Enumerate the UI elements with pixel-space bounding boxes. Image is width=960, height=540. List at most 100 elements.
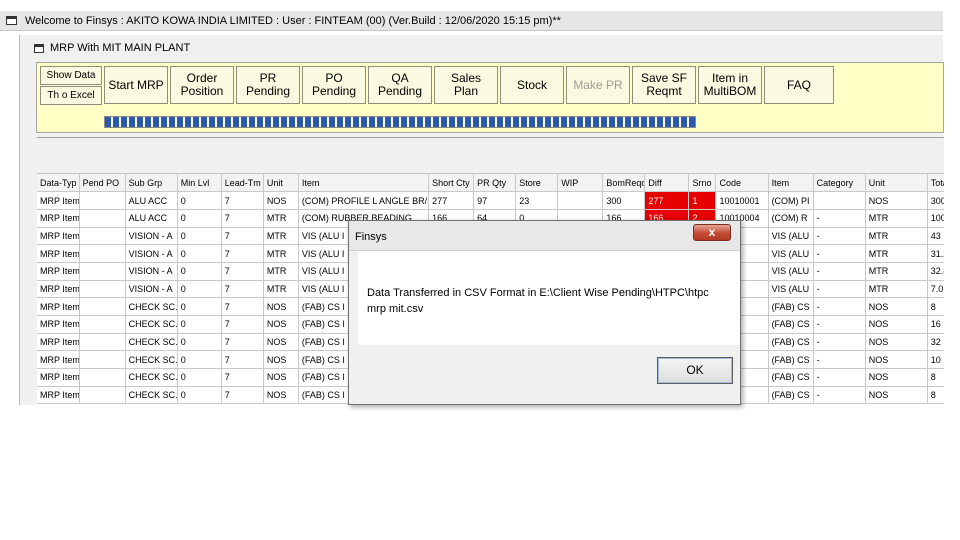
- column-header[interactable]: Sub Grp: [125, 174, 178, 193]
- column-header[interactable]: Store: [515, 174, 559, 193]
- table-cell[interactable]: 0: [177, 333, 222, 352]
- table-cell[interactable]: MTR: [263, 209, 299, 228]
- table-cell[interactable]: MRP Item: [37, 262, 80, 281]
- table-cell[interactable]: VIS (ALU: [768, 244, 814, 263]
- table-cell[interactable]: 7: [221, 244, 264, 263]
- table-cell[interactable]: -: [813, 227, 866, 246]
- table-cell[interactable]: MRP Item: [37, 297, 80, 316]
- to-excel-button[interactable]: Th o Excel: [40, 86, 102, 105]
- start-mrp-button[interactable]: Start MRP: [104, 66, 168, 104]
- stock-button[interactable]: Stock: [500, 66, 564, 104]
- table-cell[interactable]: [79, 386, 126, 405]
- column-header[interactable]: Item: [768, 174, 814, 193]
- table-cell[interactable]: 0: [177, 315, 222, 334]
- save-sf-reqmt-button[interactable]: Save SF Reqmt: [632, 66, 696, 104]
- table-cell[interactable]: MTR: [263, 227, 299, 246]
- table-cell[interactable]: 0: [177, 227, 222, 246]
- table-cell[interactable]: [79, 227, 126, 246]
- table-cell[interactable]: CHECK SC.: [125, 333, 178, 352]
- table-cell[interactable]: 7: [221, 386, 264, 405]
- table-cell[interactable]: -: [813, 333, 866, 352]
- faq-button[interactable]: FAQ: [764, 66, 834, 104]
- column-header[interactable]: BomReqd: [602, 174, 646, 193]
- table-cell[interactable]: MTR: [865, 227, 928, 246]
- table-cell[interactable]: 31.2: [927, 244, 944, 263]
- show-data-button[interactable]: Show Data: [40, 66, 102, 85]
- qa-pending-button[interactable]: QA Pending: [368, 66, 432, 104]
- table-cell[interactable]: [813, 191, 866, 210]
- table-cell[interactable]: MRP Item: [37, 280, 80, 299]
- sales-plan-button[interactable]: Sales Plan: [434, 66, 498, 104]
- table-cell[interactable]: [79, 209, 126, 228]
- table-cell[interactable]: 8: [927, 368, 944, 387]
- table-cell[interactable]: 0: [177, 280, 222, 299]
- table-cell[interactable]: 277: [428, 191, 475, 210]
- table-cell[interactable]: MTR: [865, 262, 928, 281]
- table-cell[interactable]: ALU ACC: [125, 191, 178, 210]
- column-header[interactable]: Total: [927, 174, 944, 193]
- table-cell[interactable]: 7: [221, 333, 264, 352]
- column-header[interactable]: Unit: [865, 174, 928, 193]
- table-cell[interactable]: (FAB) CS: [768, 297, 814, 316]
- table-cell[interactable]: 300: [927, 191, 944, 210]
- table-cell[interactable]: 7: [221, 350, 264, 370]
- column-header[interactable]: Data-Typ: [37, 174, 80, 193]
- table-cell[interactable]: CHECK SC.: [125, 315, 178, 334]
- column-header[interactable]: Lead-Tm: [221, 174, 264, 193]
- table-cell[interactable]: (FAB) CS: [768, 350, 814, 370]
- table-cell[interactable]: [79, 315, 126, 334]
- table-cell[interactable]: NOS: [865, 191, 928, 210]
- table-cell[interactable]: 0: [177, 244, 222, 263]
- make-pr-button[interactable]: Make PR: [566, 66, 630, 104]
- table-cell[interactable]: (FAB) CS: [768, 315, 814, 334]
- table-cell[interactable]: -: [813, 209, 866, 228]
- table-cell[interactable]: NOS: [865, 350, 928, 370]
- table-cell[interactable]: MTR: [263, 280, 299, 299]
- table-cell[interactable]: 7: [221, 280, 264, 299]
- column-header[interactable]: Code: [715, 174, 769, 193]
- table-cell[interactable]: MRP Item: [37, 350, 80, 370]
- table-cell[interactable]: 43: [927, 227, 944, 246]
- table-cell[interactable]: 0: [177, 368, 222, 387]
- table-cell[interactable]: (COM) PROFILE L ANGLE BR/: [298, 191, 430, 210]
- column-header[interactable]: Min Lvl: [177, 174, 222, 193]
- table-cell[interactable]: 10: [927, 350, 944, 370]
- table-cell[interactable]: MTR: [865, 209, 928, 228]
- table-cell[interactable]: VISION - A: [125, 244, 178, 263]
- table-cell[interactable]: NOS: [865, 315, 928, 334]
- table-cell[interactable]: NOS: [865, 386, 928, 405]
- table-cell[interactable]: -: [813, 368, 866, 387]
- table-cell[interactable]: (FAB) CS: [768, 333, 814, 352]
- table-cell[interactable]: [79, 333, 126, 352]
- table-cell[interactable]: 0: [177, 386, 222, 405]
- table-cell[interactable]: 0: [177, 191, 222, 210]
- table-cell[interactable]: MRP Item: [37, 386, 80, 405]
- table-cell[interactable]: -: [813, 297, 866, 316]
- table-cell[interactable]: -: [813, 262, 866, 281]
- close-button[interactable]: x: [693, 224, 731, 241]
- table-cell[interactable]: MTR: [263, 262, 299, 281]
- column-header[interactable]: Unit: [263, 174, 299, 193]
- table-cell[interactable]: CHECK SC.: [125, 368, 178, 387]
- table-cell[interactable]: 7: [221, 262, 264, 281]
- table-cell[interactable]: [79, 297, 126, 316]
- table-cell[interactable]: 7: [221, 297, 264, 316]
- pr-pending-button[interactable]: PR Pending: [236, 66, 300, 104]
- table-cell[interactable]: [79, 350, 126, 370]
- table-cell[interactable]: 0: [177, 297, 222, 316]
- table-cell[interactable]: 1: [688, 191, 717, 210]
- table-cell[interactable]: NOS: [865, 368, 928, 387]
- table-cell[interactable]: 32.8: [927, 262, 944, 281]
- table-cell[interactable]: 8: [927, 386, 944, 405]
- table-cell[interactable]: (FAB) CS: [768, 386, 814, 405]
- table-cell[interactable]: [79, 262, 126, 281]
- table-cell[interactable]: 100: [927, 209, 944, 228]
- table-cell[interactable]: NOS: [263, 297, 299, 316]
- table-cell[interactable]: MTR: [865, 244, 928, 263]
- table-cell[interactable]: NOS: [263, 333, 299, 352]
- table-cell[interactable]: [557, 191, 604, 210]
- table-cell[interactable]: MTR: [865, 280, 928, 299]
- table-cell[interactable]: 277: [644, 191, 690, 210]
- table-cell[interactable]: NOS: [263, 191, 299, 210]
- table-cell[interactable]: 10010001: [715, 191, 769, 210]
